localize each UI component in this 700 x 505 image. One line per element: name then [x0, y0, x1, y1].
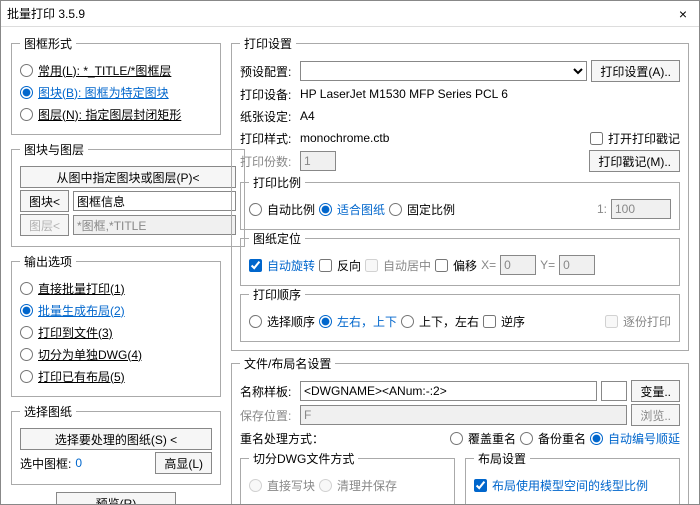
window-title: 批量打印 3.5.9 — [7, 5, 673, 22]
stamp-button[interactable]: 打印戳记(M).. — [589, 150, 680, 172]
y-label: Y= — [540, 258, 555, 272]
device-label: 打印设备: — [240, 86, 296, 103]
dup-backup[interactable]: 备份重名 — [520, 430, 586, 447]
out-existing-layout[interactable]: 打印已有布局(5) — [20, 368, 125, 385]
out-gen-layout[interactable]: 批量生成布局(2) — [20, 302, 125, 319]
scale-legend: 打印比例 — [249, 174, 305, 191]
split-group: 切分DWG文件方式 直接写块 清理并保存 — [240, 450, 455, 504]
order-legend: 打印顺序 — [249, 286, 305, 303]
order-tb-lr[interactable]: 上下，左右 — [401, 313, 479, 330]
browse-button: 浏览.. — [631, 404, 680, 426]
frame-style-group: 图框形式 常用(L): *_TITLE/*图框层 图块(B): 图框为特定图块 … — [11, 35, 221, 135]
auto-rotate-checkbox[interactable]: 自动旋转 — [249, 257, 315, 274]
frame-opt-layer[interactable]: 图层(N): 指定图层封闭矩形 — [20, 106, 181, 123]
orient-legend: 图纸定位 — [249, 230, 305, 247]
print-settings-legend: 打印设置 — [240, 35, 296, 52]
file-layout-legend: 文件/布局名设置 — [240, 355, 335, 372]
copies-input — [300, 151, 336, 171]
block-button[interactable]: 图块< — [20, 190, 69, 212]
output-group: 输出选项 直接批量打印(1) 批量生成布局(2) 打印到文件(3) 切分为单独D… — [11, 253, 221, 397]
output-legend: 输出选项 — [20, 253, 76, 270]
orient-group: 图纸定位 自动旋转 反向 自动居中 偏移 X= Y= — [240, 230, 680, 286]
split-legend: 切分DWG文件方式 — [249, 450, 358, 467]
name-template-input[interactable] — [300, 381, 597, 401]
ratio-label: 1: — [597, 202, 607, 216]
scale-auto[interactable]: 自动比例 — [249, 201, 315, 218]
x-input — [500, 255, 536, 275]
layer-button: 图层< — [20, 214, 69, 236]
scale-fit[interactable]: 适合图纸 — [319, 201, 385, 218]
scale-fixed[interactable]: 固定比例 — [389, 201, 455, 218]
dup-overwrite[interactable]: 覆盖重名 — [450, 430, 516, 447]
ratio-input — [611, 199, 671, 219]
close-icon[interactable]: × — [673, 6, 693, 22]
preview-button[interactable]: 预览(R) — [56, 492, 176, 504]
style-value: monochrome.ctb — [300, 131, 389, 145]
pick-from-drawing-button[interactable]: 从图中指定图块或图层(P)< — [20, 166, 236, 188]
paper-label: 纸张设定: — [240, 108, 296, 125]
block-input[interactable] — [73, 191, 236, 211]
out-split-dwg[interactable]: 切分为单独DWG(4) — [20, 346, 142, 363]
block-layer-legend: 图块与图层 — [20, 141, 88, 158]
scale-group: 打印比例 自动比例 适合图纸 固定比例 1: — [240, 174, 680, 230]
select-sheets-legend: 选择图纸 — [20, 403, 76, 420]
out-print-file[interactable]: 打印到文件(3) — [20, 324, 113, 341]
print-settings-group: 打印设置 预设配置: 打印设置(A).. 打印设备: HP LaserJet M1… — [231, 35, 689, 351]
name-extra-input[interactable] — [601, 381, 627, 401]
offset-checkbox[interactable]: 偏移 — [435, 257, 477, 274]
order-select[interactable]: 选择顺序 — [249, 313, 315, 330]
center-checkbox: 自动居中 — [365, 257, 431, 274]
frame-opt-block[interactable]: 图块(B): 图框为特定图块 — [20, 84, 169, 101]
selected-count-label: 选中图框: — [20, 455, 71, 472]
file-layout-group: 文件/布局名设置 名称样板: 变量.. 保存位置: 浏览.. 重名处理方式： 覆… — [231, 355, 689, 504]
frame-style-legend: 图框形式 — [20, 35, 76, 52]
print-setup-button[interactable]: 打印设置(A).. — [591, 60, 680, 82]
dup-label: 重名处理方式： — [240, 430, 324, 447]
order-reverse-checkbox[interactable]: 逆序 — [483, 313, 525, 330]
frame-opt-common[interactable]: 常用(L): *_TITLE/*图框层 — [20, 62, 171, 79]
block-layer-group: 图块与图层 从图中指定图块或图层(P)< 图块< 图层< — [11, 141, 245, 247]
device-value: HP LaserJet M1530 MFP Series PCL 6 — [300, 87, 508, 101]
layout-set-legend: 布局设置 — [474, 450, 530, 467]
highlight-button[interactable]: 高显(L) — [155, 452, 212, 474]
variable-button[interactable]: 变量.. — [631, 380, 680, 402]
select-sheets-group: 选择图纸 选择要处理的图纸(S) < 选中图框: 0 高显(L) — [11, 403, 221, 485]
split-clean: 清理并保存 — [319, 477, 397, 494]
name-template-label: 名称样板: — [240, 383, 296, 400]
selected-count-value: 0 — [75, 456, 82, 470]
select-sheets-button[interactable]: 选择要处理的图纸(S) < — [20, 428, 212, 450]
preset-select[interactable] — [300, 61, 587, 81]
order-lr-tb[interactable]: 左右，上下 — [319, 313, 397, 330]
preset-label: 预设配置: — [240, 63, 296, 80]
layout-set-group: 布局设置 布局使用模型空间的线型比例 — [465, 450, 680, 504]
y-input — [559, 255, 595, 275]
order-group: 打印顺序 选择顺序 左右，上下 上下，左右 逆序 逐份打印 — [240, 286, 680, 342]
reverse-checkbox[interactable]: 反向 — [319, 257, 361, 274]
layer-input — [73, 215, 236, 235]
collate-checkbox: 逐份打印 — [605, 313, 671, 330]
save-loc-input — [300, 405, 627, 425]
save-loc-label: 保存位置: — [240, 407, 296, 424]
x-label: X= — [481, 258, 496, 272]
dup-autonum[interactable]: 自动编号顺延 — [590, 430, 680, 447]
layout-model-scale-checkbox[interactable]: 布局使用模型空间的线型比例 — [474, 477, 648, 494]
paper-value: A4 — [300, 109, 315, 123]
copies-label: 打印份数: — [240, 153, 296, 170]
out-direct-print[interactable]: 直接批量打印(1) — [20, 280, 125, 297]
split-direct: 直接写块 — [249, 477, 315, 494]
stamp-checkbox[interactable]: 打开打印戳记 — [590, 130, 680, 147]
style-label: 打印样式: — [240, 130, 296, 147]
